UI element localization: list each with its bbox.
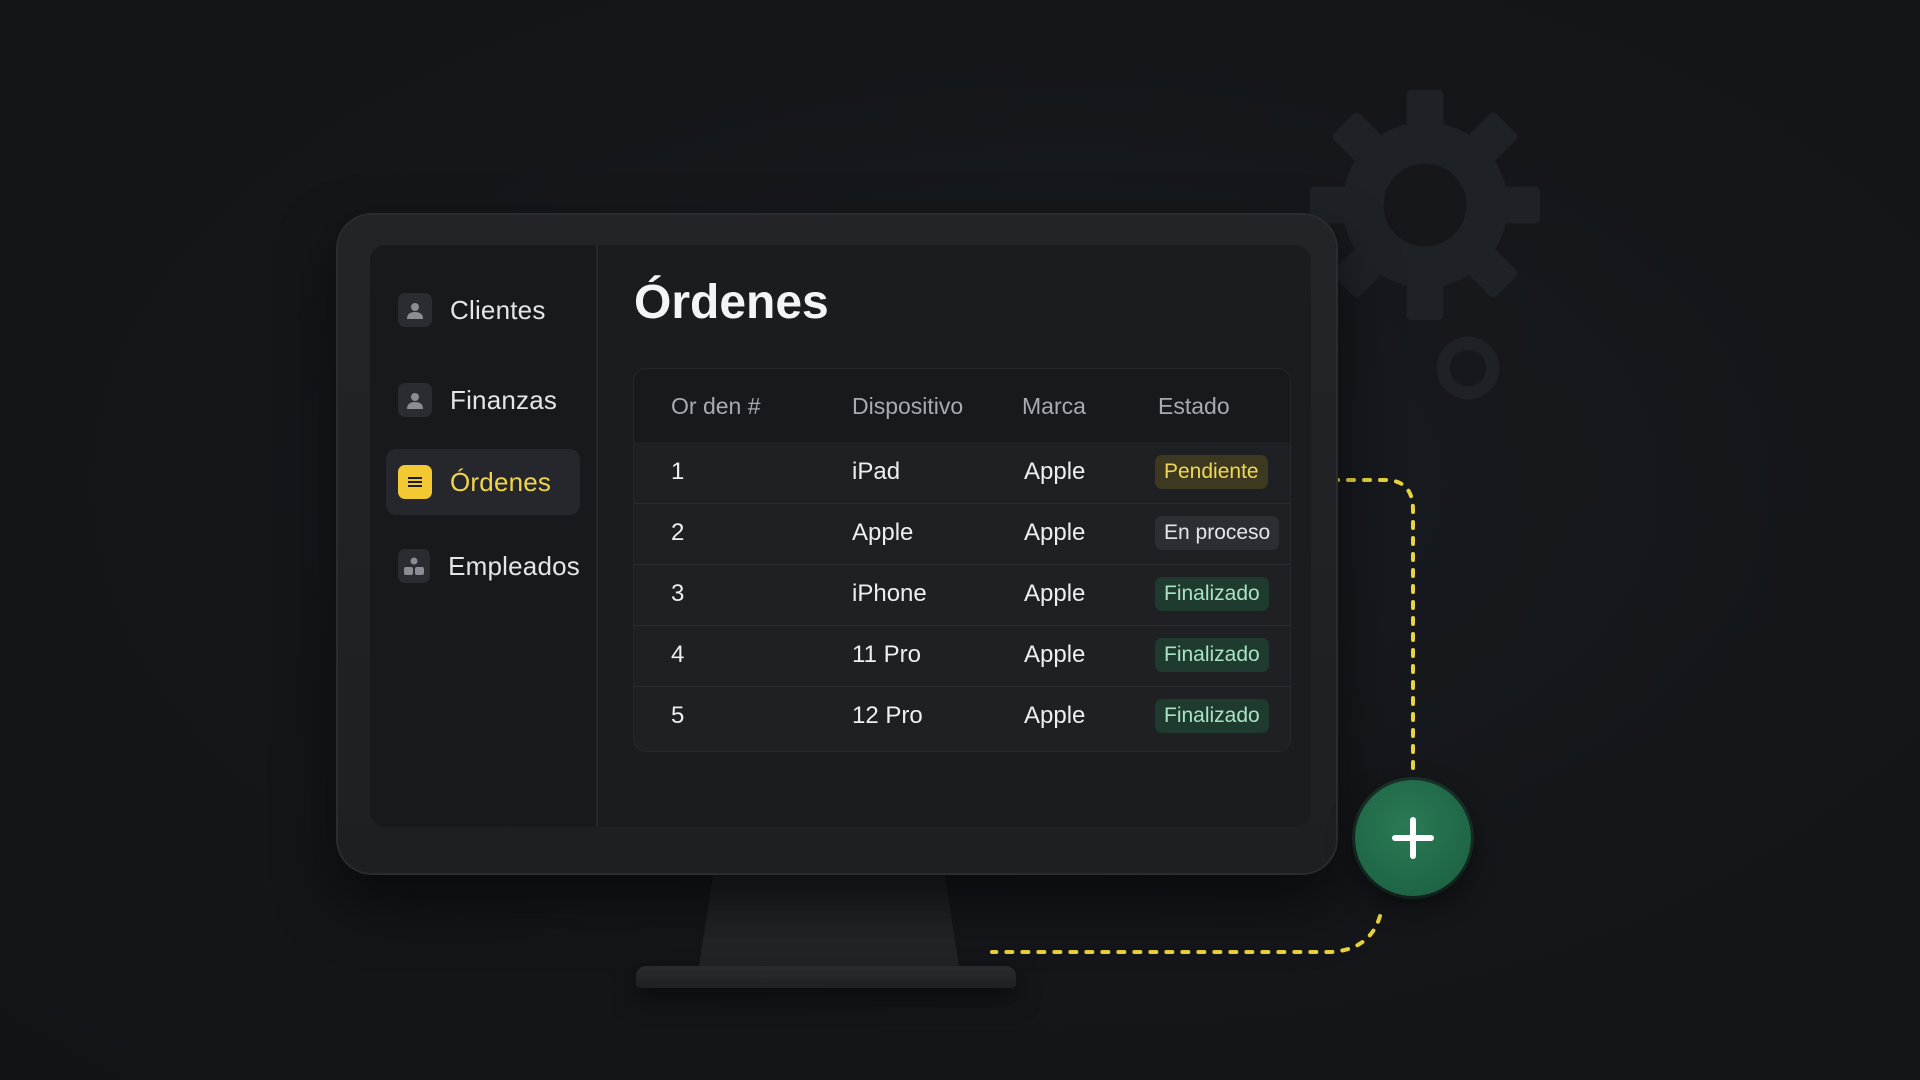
sidebar-item-label: Finanzas xyxy=(450,384,558,415)
column-header-dispositivo[interactable]: Dispositivo xyxy=(852,393,963,420)
sidebar-item-clientes[interactable]: Clientes xyxy=(386,277,580,343)
status-badge: Finalizado xyxy=(1155,638,1269,672)
sidebar: Clientes Finanzas Órdenes Empleados xyxy=(370,245,598,827)
user-icon xyxy=(398,293,432,327)
cell-brand: Apple xyxy=(1024,641,1086,668)
cell-brand: Apple xyxy=(1024,458,1086,485)
cell-device: iPad xyxy=(852,458,901,485)
orders-table: Or den # Dispositivo Marca Estado 1 iPad… xyxy=(634,369,1290,751)
cell-order-number: 2 xyxy=(671,519,685,546)
column-header-estado[interactable]: Estado xyxy=(1158,393,1230,420)
table-row[interactable]: 2 Apple Apple En proceso xyxy=(634,503,1290,565)
sidebar-item-ordenes[interactable]: Órdenes xyxy=(386,449,580,515)
cell-device: iPhone xyxy=(852,580,927,607)
stage: Clientes Finanzas Órdenes Empleados Órde… xyxy=(0,0,1920,1080)
table-row[interactable]: 5 12 Pro Apple Finalizado xyxy=(634,686,1290,747)
table-row[interactable]: 3 iPhone Apple Finalizado xyxy=(634,564,1290,626)
sidebar-item-label: Empleados xyxy=(448,550,580,581)
cell-brand: Apple xyxy=(1024,519,1086,546)
status-badge: Finalizado xyxy=(1155,577,1269,611)
table-row[interactable]: 4 11 Pro Apple Finalizado xyxy=(634,625,1290,687)
cell-brand: Apple xyxy=(1024,702,1086,729)
column-header-orden[interactable]: Or den # xyxy=(671,393,761,420)
cell-order-number: 1 xyxy=(671,458,685,485)
cell-device: 12 Pro xyxy=(852,702,923,729)
cell-device: 11 Pro xyxy=(852,641,921,668)
monitor-stand-neck xyxy=(698,872,960,972)
table-row[interactable]: 1 iPad Apple Pendiente xyxy=(634,442,1290,504)
sidebar-item-label: Órdenes xyxy=(450,466,552,497)
cell-device: Apple xyxy=(852,519,914,546)
status-badge: En proceso xyxy=(1155,516,1280,550)
plus-icon xyxy=(1392,817,1434,859)
sidebar-item-finanzas[interactable]: Finanzas xyxy=(386,367,580,433)
users-icon xyxy=(398,549,431,583)
column-header-marca[interactable]: Marca xyxy=(1022,393,1086,420)
cell-order-number: 4 xyxy=(671,641,685,668)
sidebar-item-label: Clientes xyxy=(450,294,546,325)
cell-order-number: 3 xyxy=(671,580,685,607)
table-header: Or den # Dispositivo Marca Estado xyxy=(634,369,1290,442)
user-icon xyxy=(398,383,432,417)
monitor-stand-base xyxy=(636,966,1016,988)
app-screen: Clientes Finanzas Órdenes Empleados Órde… xyxy=(370,245,1311,827)
status-badge: Finalizado xyxy=(1155,699,1269,733)
list-icon xyxy=(398,465,432,499)
cell-order-number: 5 xyxy=(671,702,685,729)
gear-icon xyxy=(1310,90,1540,320)
add-order-button[interactable] xyxy=(1355,780,1471,896)
cell-brand: Apple xyxy=(1024,580,1086,607)
page-title: Órdenes xyxy=(634,276,829,329)
monitor: Clientes Finanzas Órdenes Empleados Órde… xyxy=(338,215,1336,873)
main-content: Órdenes Or den # Dispositivo Marca Estad… xyxy=(598,245,1311,827)
sidebar-item-empleados[interactable]: Empleados xyxy=(386,533,580,599)
ring-icon xyxy=(1436,336,1500,400)
status-badge: Pendiente xyxy=(1155,455,1268,489)
